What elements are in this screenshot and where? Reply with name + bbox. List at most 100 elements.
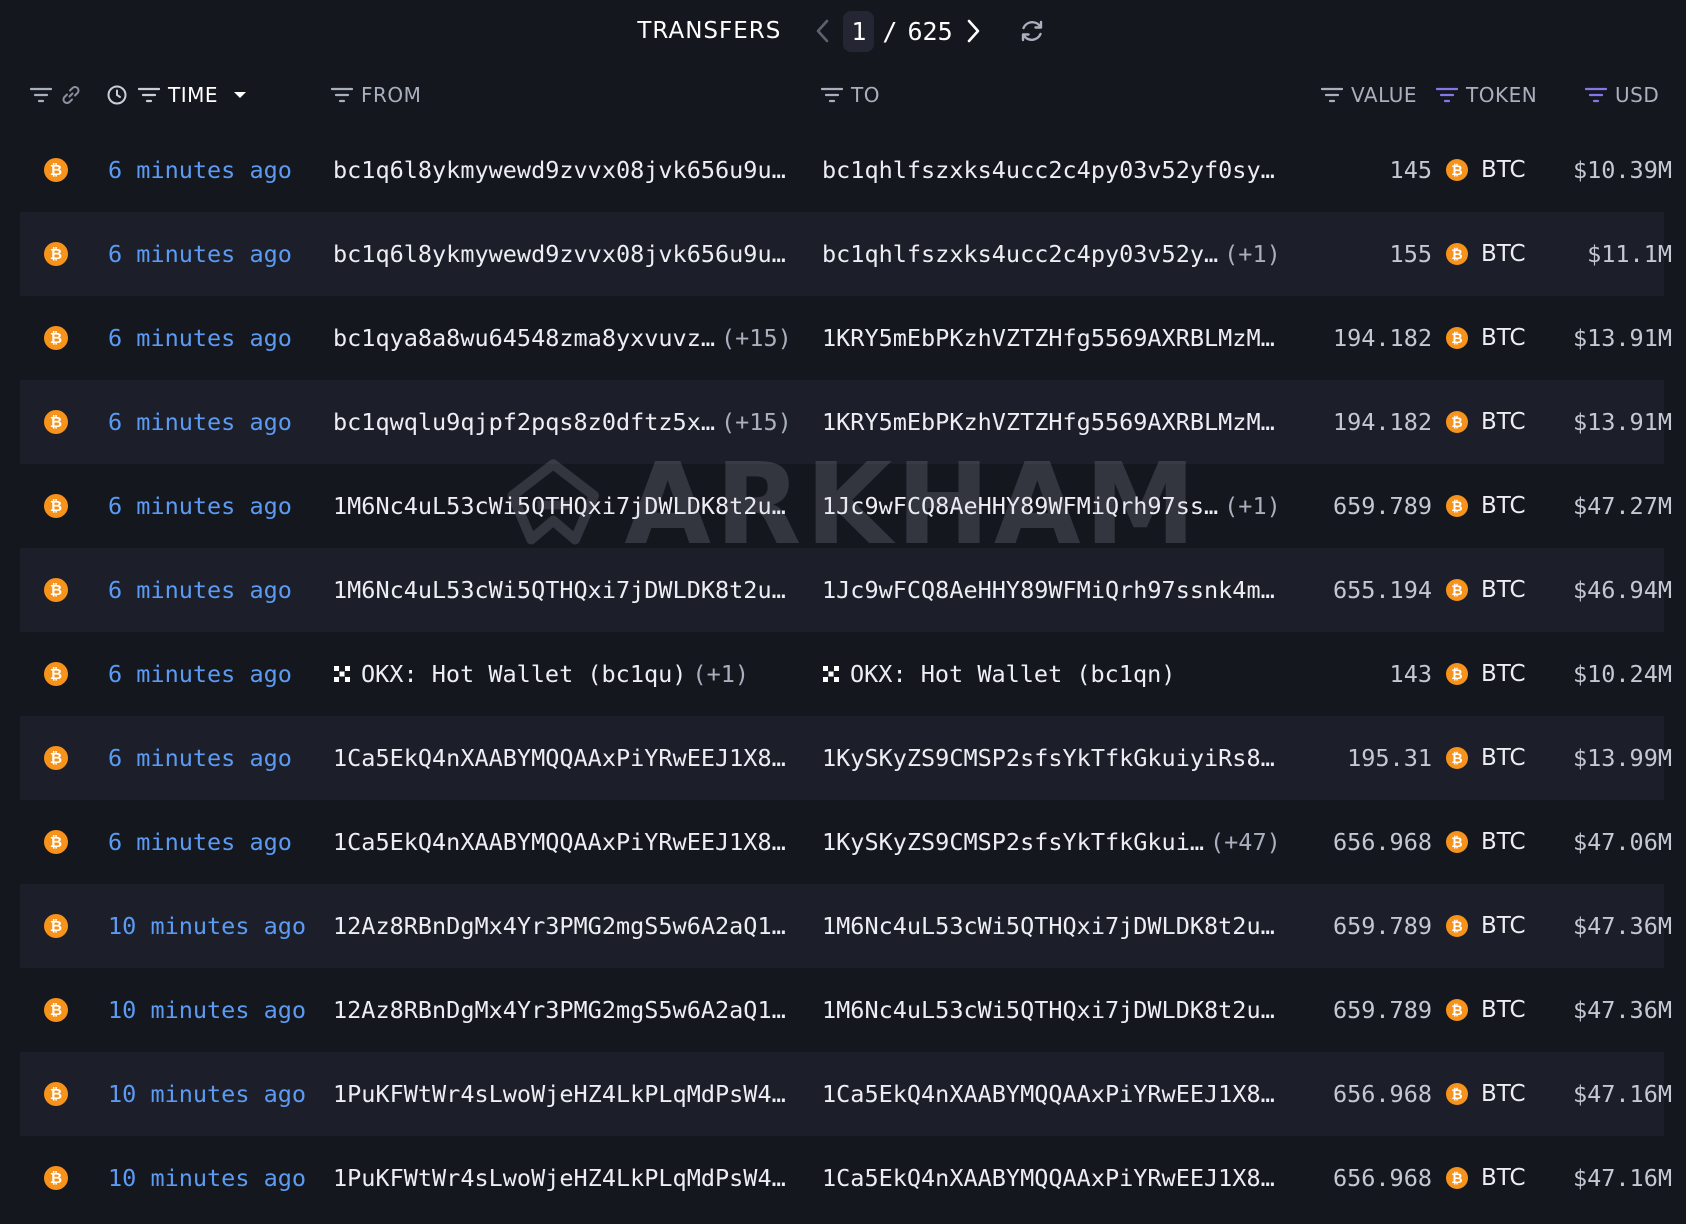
time-filter-icon[interactable]	[138, 87, 160, 103]
from-address[interactable]: bc1q6l8ykmywewd9zvvx08jvk656u9u…	[333, 240, 786, 268]
bitcoin-token-icon: ₿	[1446, 747, 1468, 769]
from-address[interactable]: bc1qya8a8wu64548zma8yxvuvz…	[333, 324, 715, 352]
from-address[interactable]: 1PuKFWtWr4sLwoWjeHZ4LkPLqMdPsW4…	[333, 1080, 786, 1108]
from-address[interactable]: 1Ca5EkQ4nXAABYMQQAAxPiYRwEEJ1X8…	[333, 828, 786, 856]
current-page[interactable]: 1	[843, 10, 875, 52]
sort-desc-icon[interactable]	[232, 90, 248, 100]
prev-page-button[interactable]	[809, 11, 837, 51]
to-address[interactable]: 1KRY5mEbPKzhVZTZHfg5569AXRBLMzM…	[822, 324, 1275, 352]
to-address[interactable]: bc1qhlfszxks4ucc2c4py03v52yf0sy…	[822, 156, 1275, 184]
token-cell[interactable]: BTC	[1481, 296, 1526, 380]
table-row[interactable]: ₿ 6 minutes ago bc1q6l8ykmywewd9zvvx08jvk6…	[20, 212, 1672, 296]
token-cell[interactable]: BTC	[1481, 716, 1526, 800]
time-link[interactable]: 10 minutes ago	[108, 968, 306, 1052]
from-address[interactable]: OKX: Hot Wallet (bc1qu)	[361, 660, 686, 688]
from-address[interactable]: 1PuKFWtWr4sLwoWjeHZ4LkPLqMdPsW4…	[333, 1164, 786, 1192]
value-cell: 655.194	[1332, 576, 1432, 604]
from-address[interactable]: bc1q6l8ykmywewd9zvvx08jvk656u9u…	[333, 156, 786, 184]
table-row[interactable]: ₿ 6 minutes ago bc1q6l8ykmywewd9zvvx08jvk6…	[20, 128, 1672, 212]
to-address[interactable]: 1M6Nc4uL53cWi5QTHQxi7jDWLDK8t2u…	[822, 912, 1275, 940]
table-row[interactable]: ₿ 10 minutes ago 12Az8RBnDgMx4Yr3PMG2mgS5w…	[20, 884, 1672, 968]
filter-all-button[interactable]	[30, 87, 52, 103]
to-address[interactable]: 1Ca5EkQ4nXAABYMQQAAxPiYRwEEJ1X8…	[822, 1164, 1275, 1192]
time-link[interactable]: 6 minutes ago	[108, 716, 292, 800]
token-header-label: TOKEN	[1466, 83, 1538, 107]
value-column-header[interactable]: VALUE	[1321, 70, 1417, 120]
from-extra-count[interactable]: (+15)	[721, 408, 792, 436]
time-link[interactable]: 6 minutes ago	[108, 548, 292, 632]
chain-cell: ₿	[44, 212, 74, 296]
from-extra-count[interactable]: (+15)	[721, 324, 792, 352]
time-link[interactable]: 10 minutes ago	[108, 884, 306, 968]
token-cell[interactable]: BTC	[1481, 968, 1526, 1052]
to-column-header[interactable]: TO	[821, 70, 880, 120]
token-cell[interactable]: BTC	[1481, 632, 1526, 716]
clock-icon	[107, 85, 127, 105]
time-link[interactable]: 6 minutes ago	[108, 296, 292, 380]
token-column-header[interactable]: TOKEN	[1436, 70, 1537, 120]
okx-icon	[333, 665, 351, 683]
table-row[interactable]: ₿ 6 minutes ago OKX: Hot Wallet (bc1qu) (+1…	[20, 632, 1672, 716]
table-row[interactable]: ₿ 10 minutes ago 1PuKFWtWr4sLwoWjeHZ4LkPLq…	[20, 1136, 1672, 1220]
from-column-header[interactable]: FROM	[331, 70, 421, 120]
to-address[interactable]: 1Ca5EkQ4nXAABYMQQAAxPiYRwEEJ1X8…	[822, 1080, 1275, 1108]
table-row[interactable]: ₿ 6 minutes ago bc1qwqlu9qjpf2pqs8z0dftz5x…	[20, 380, 1672, 464]
token-cell[interactable]: BTC	[1481, 380, 1526, 464]
from-address[interactable]: 1M6Nc4uL53cWi5QTHQxi7jDWLDK8t2u…	[333, 492, 786, 520]
token-cell[interactable]: BTC	[1481, 464, 1526, 548]
token-cell[interactable]: BTC	[1481, 212, 1526, 296]
token-cell[interactable]: BTC	[1481, 884, 1526, 968]
from-address[interactable]: 12Az8RBnDgMx4Yr3PMG2mgS5w6A2aQ1…	[333, 996, 786, 1024]
link-toggle-button[interactable]	[60, 84, 82, 106]
table-row[interactable]: ₿ 6 minutes ago bc1qya8a8wu64548zma8yxvuvz…	[20, 296, 1672, 380]
token-cell[interactable]: BTC	[1481, 1136, 1526, 1220]
from-header-label: FROM	[361, 83, 422, 107]
transfers-table-body: ₿ 6 minutes ago bc1q6l8ykmywewd9zvvx08jvk6…	[20, 128, 1672, 1220]
time-link[interactable]: 6 minutes ago	[108, 800, 292, 884]
table-row[interactable]: ₿ 10 minutes ago 12Az8RBnDgMx4Yr3PMG2mgS5w…	[20, 968, 1672, 1052]
filter-icon	[1321, 87, 1343, 103]
token-cell[interactable]: BTC	[1481, 128, 1526, 212]
from-address[interactable]: 1Ca5EkQ4nXAABYMQQAAxPiYRwEEJ1X8…	[333, 744, 786, 772]
table-row[interactable]: ₿ 10 minutes ago 1PuKFWtWr4sLwoWjeHZ4LkPLq…	[20, 1052, 1672, 1136]
time-link[interactable]: 10 minutes ago	[108, 1136, 306, 1220]
to-address[interactable]: 1KRY5mEbPKzhVZTZHfg5569AXRBLMzM…	[822, 408, 1275, 436]
token-icon-cell: ₿	[1446, 884, 1472, 968]
to-address[interactable]: bc1qhlfszxks4ucc2c4py03v52y…	[822, 240, 1218, 268]
filter-icon	[331, 87, 353, 103]
token-cell[interactable]: BTC	[1481, 800, 1526, 884]
from-cell: OKX: Hot Wallet (bc1qu) (+1)	[333, 632, 823, 716]
to-address[interactable]: OKX: Hot Wallet (bc1qn)	[850, 660, 1175, 688]
from-address[interactable]: 1M6Nc4uL53cWi5QTHQxi7jDWLDK8t2u…	[333, 576, 786, 604]
time-link[interactable]: 6 minutes ago	[108, 128, 292, 212]
from-address[interactable]: 12Az8RBnDgMx4Yr3PMG2mgS5w6A2aQ1…	[333, 912, 786, 940]
token-cell[interactable]: BTC	[1481, 1052, 1526, 1136]
table-row[interactable]: ₿ 6 minutes ago 1M6Nc4uL53cWi5QTHQxi7jDWLD…	[20, 464, 1672, 548]
usd-cell: $47.06M	[1572, 828, 1672, 856]
time-link[interactable]: 6 minutes ago	[108, 212, 292, 296]
time-link[interactable]: 6 minutes ago	[108, 632, 292, 716]
time-column-header[interactable]: TIME	[106, 70, 248, 120]
to-address[interactable]: 1KySKyZS9CMSP2sfsYkTfkGkui…	[822, 828, 1204, 856]
from-address[interactable]: bc1qwqlu9qjpf2pqs8z0dftz5x…	[333, 408, 715, 436]
from-extra-count[interactable]: (+1)	[692, 660, 749, 688]
value-cell: 194.182	[1332, 324, 1432, 352]
token-icon-cell: ₿	[1446, 548, 1472, 632]
usd-column-header[interactable]: USD	[1585, 70, 1659, 120]
bitcoin-token-icon: ₿	[1446, 579, 1468, 601]
refresh-button[interactable]	[1015, 14, 1049, 48]
okx-icon	[822, 665, 840, 683]
usd-cell: $47.36M	[1572, 996, 1672, 1024]
to-address[interactable]: 1M6Nc4uL53cWi5QTHQxi7jDWLDK8t2u…	[822, 996, 1275, 1024]
to-address[interactable]: 1Jc9wFCQ8AeHHY89WFMiQrh97ssnk4m…	[822, 576, 1275, 604]
time-link[interactable]: 10 minutes ago	[108, 1052, 306, 1136]
table-row[interactable]: ₿ 6 minutes ago 1Ca5EkQ4nXAABYMQQAAxPiYRwE…	[20, 800, 1672, 884]
to-address[interactable]: 1Jc9wFCQ8AeHHY89WFMiQrh97ss…	[822, 492, 1218, 520]
time-link[interactable]: 6 minutes ago	[108, 380, 292, 464]
table-row[interactable]: ₿ 6 minutes ago 1Ca5EkQ4nXAABYMQQAAxPiYRwE…	[20, 716, 1672, 800]
table-row[interactable]: ₿ 6 minutes ago 1M6Nc4uL53cWi5QTHQxi7jDWLD…	[20, 548, 1672, 632]
to-address[interactable]: 1KySKyZS9CMSP2sfsYkTfkGkuiyiRs8…	[822, 744, 1275, 772]
token-cell[interactable]: BTC	[1481, 548, 1526, 632]
time-link[interactable]: 6 minutes ago	[108, 464, 292, 548]
next-page-button[interactable]	[959, 11, 987, 51]
